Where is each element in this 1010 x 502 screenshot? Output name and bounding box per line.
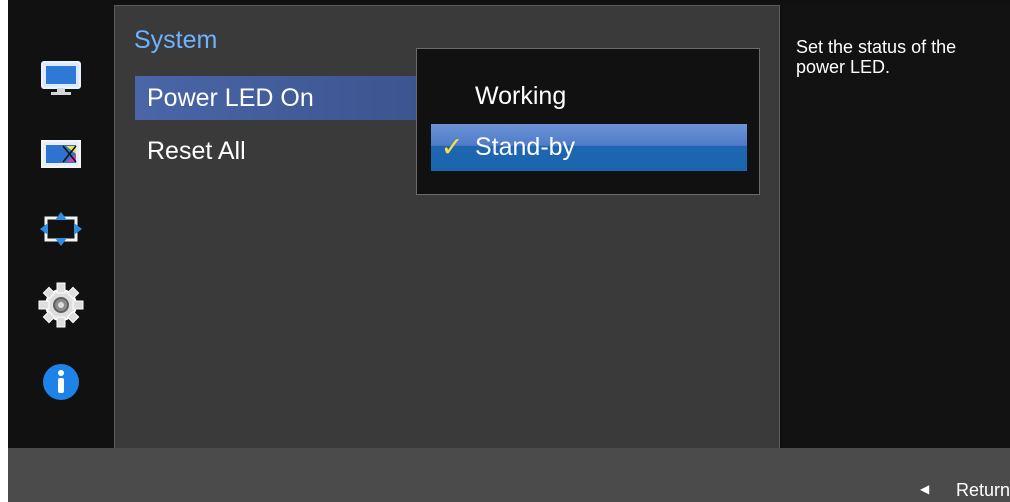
settings-gear-icon[interactable] <box>36 280 86 330</box>
reset-all-menu-item[interactable]: Reset All <box>135 129 425 173</box>
return-label[interactable]: Return <box>956 480 1010 501</box>
checkmark-icon: ✓ <box>440 132 464 162</box>
size-position-icon[interactable] <box>36 204 86 254</box>
monitor-icon[interactable] <box>36 54 86 104</box>
menu-item-label: Reset All <box>147 137 246 165</box>
color-icon[interactable] <box>36 129 86 179</box>
page-title: System <box>134 26 218 54</box>
help-text: Set the status of the power LED. <box>796 37 957 77</box>
power-led-options-popup: Working ✓ Stand-by <box>416 48 760 195</box>
help-panel: Set the status of the power LED. <box>782 5 1010 450</box>
info-icon[interactable] <box>36 357 86 407</box>
power-led-on-menu-item[interactable]: Power LED On <box>135 76 425 120</box>
menu-item-label: Power LED On <box>147 84 314 112</box>
left-navigation-rail <box>8 0 113 448</box>
left-arrow-icon: ◀ <box>920 482 930 496</box>
option-label: Stand-by <box>475 133 576 161</box>
stand-by-option[interactable]: ✓ Stand-by <box>431 124 747 171</box>
bottom-control-bar: ◀ Return <box>8 448 1010 502</box>
option-label: Working <box>475 82 567 110</box>
working-option[interactable]: Working <box>431 73 747 120</box>
